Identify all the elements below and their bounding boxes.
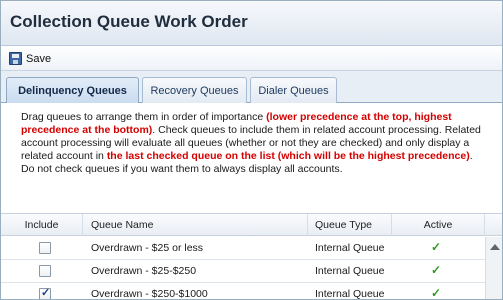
include-checkbox[interactable]: [39, 242, 51, 254]
queue-name-cell: Overdrawn - $25 or less: [91, 242, 204, 254]
delinquency-queues-panel: Drag queues to arrange them in order of …: [1, 103, 502, 300]
title-bar: Collection Queue Work Order: [1, 1, 502, 46]
scroll-up-arrow-icon[interactable]: [490, 244, 500, 250]
tab-strip: Delinquency Queues Recovery Queues Diale…: [1, 71, 502, 104]
column-header-active[interactable]: Active: [392, 214, 485, 236]
grid-header: Include Queue Name Queue Type Active: [1, 214, 502, 236]
active-check-icon: ✓: [431, 286, 442, 300]
instructions-text: Drag queues to arrange them in order of …: [21, 111, 485, 176]
include-checkbox[interactable]: [39, 286, 51, 299]
queue-name-cell: Overdrawn - $250-$1000: [91, 288, 208, 300]
table-row[interactable]: Overdrawn - $25-$250 Internal Queue ✓: [1, 260, 485, 283]
include-checkbox[interactable]: [39, 265, 51, 277]
save-button-label: Save: [26, 52, 52, 65]
instructions-last-checked-note: the last checked queue on the list (whic…: [106, 150, 470, 162]
active-check-icon: ✓: [431, 263, 442, 277]
tab-recovery-queues[interactable]: Recovery Queues: [142, 77, 247, 103]
grid-scrollbar[interactable]: [485, 237, 502, 299]
column-header-queue-name[interactable]: Queue Name: [83, 214, 308, 236]
queue-name-cell: Overdrawn - $25-$250: [91, 265, 197, 277]
tab-dialer-queues[interactable]: Dialer Queues: [250, 77, 337, 103]
queue-type-cell: Internal Queue: [315, 265, 385, 277]
column-header-include[interactable]: Include: [1, 214, 83, 236]
active-check-icon: ✓: [431, 240, 442, 254]
save-button[interactable]: Save: [9, 50, 51, 67]
window-title: Collection Queue Work Order: [10, 12, 248, 31]
toolbar: Save: [1, 46, 502, 71]
floppy-disk-icon: [9, 52, 22, 65]
table-row[interactable]: Overdrawn - $250-$1000 Internal Queue ✓: [1, 283, 485, 300]
instructions-part-1: Drag queues to arrange them in order of …: [21, 111, 267, 123]
queue-type-cell: Internal Queue: [315, 288, 385, 300]
tab-delinquency-queues[interactable]: Delinquency Queues: [6, 77, 139, 104]
table-row[interactable]: Overdrawn - $25 or less Internal Queue ✓: [1, 237, 485, 260]
collection-queue-work-order-window: Collection Queue Work Order Save Delinqu…: [0, 0, 503, 300]
queue-grid: Include Queue Name Queue Type Active Ove…: [1, 213, 502, 300]
column-header-queue-type[interactable]: Queue Type: [308, 214, 392, 236]
queue-type-cell: Internal Queue: [315, 242, 385, 254]
